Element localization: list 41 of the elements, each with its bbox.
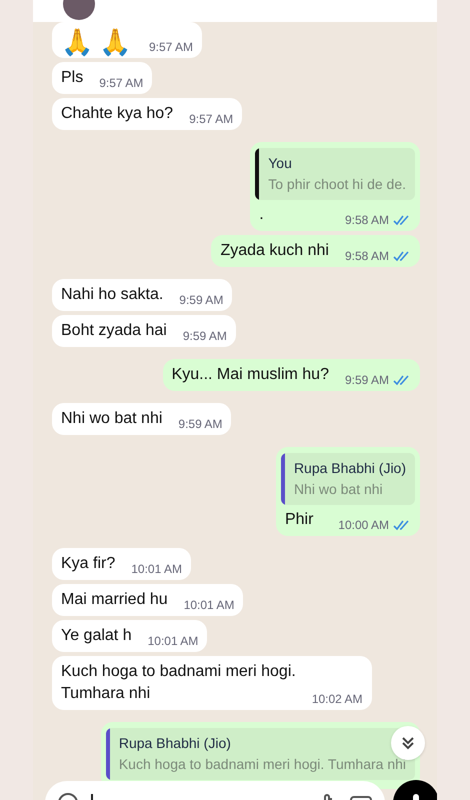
quote-text: Nhi wo bat nhi <box>294 480 384 499</box>
double-tick-icon <box>393 520 411 530</box>
double-tick-icon <box>393 214 411 226</box>
message-time: 9:59 AM <box>182 328 227 345</box>
message-text: Pls <box>61 68 84 88</box>
message-time: 9:57 AM <box>149 39 194 56</box>
message-time: 10:01 AM <box>131 561 182 578</box>
message-text: Chahte kya ho? <box>61 104 174 124</box>
double-tick-icon <box>393 374 411 386</box>
message-time: 10:02 AM <box>312 691 363 708</box>
double-chevron-down-icon <box>400 735 416 751</box>
quote-text: To phir choot hi de de. <box>268 175 406 194</box>
message-time: 9:58 AM <box>344 212 389 229</box>
message-time: 10:01 AM <box>184 597 234 614</box>
message-text: Mai married hu <box>61 590 169 610</box>
message-text: Nhi wo bat nhi <box>61 409 164 429</box>
message-time: 9:59 AM <box>178 416 222 433</box>
message-text: Kuch hoga to badnami meri hogi. Tumhara nhi <box>61 662 297 704</box>
message-time: 10:00 AM <box>338 517 389 534</box>
quoted-message[interactable]: Rupa Bhabhi (Jio) Nhi wo bat nhi <box>280 453 415 505</box>
message-time: 10:01 AM <box>148 633 198 650</box>
quoted-message[interactable]: Rupa Bhabhi (Jio) Kuch hoga to badnami meri hogi. Tumhara nhi <box>106 728 415 780</box>
double-tick-icon <box>393 250 411 262</box>
message-text: Nahi ho sakta. <box>61 285 164 305</box>
quote-author: You <box>268 154 293 173</box>
message-time: 9:59 AM <box>344 372 389 389</box>
message-text: . <box>259 205 265 225</box>
quote-author: Rupa Bhabhi (Jio) <box>294 459 406 478</box>
quote-author: Rupa Bhabhi (Jio) <box>118 734 232 753</box>
message-text: Ye galat h <box>61 626 133 646</box>
message-text: Kyu... Mai muslim hu? <box>172 365 330 385</box>
message-text: Kya fir? <box>61 554 116 574</box>
message-time: 9:59 AM <box>179 292 224 309</box>
quoted-message[interactable]: You To phir choot hi de de. <box>255 148 415 200</box>
message-time: 9:57 AM <box>99 75 144 92</box>
message-time: 9:58 AM <box>344 248 389 265</box>
message-text: Boht zyada hai <box>61 321 168 341</box>
quote-text: Kuch hoga to badnami meri hogi. Tumhara nhi <box>118 755 406 774</box>
message-text: Zyada kuch nhi <box>220 241 330 261</box>
message-time: 9:57 AM <box>189 111 234 128</box>
message-text: Phir <box>284 510 314 530</box>
